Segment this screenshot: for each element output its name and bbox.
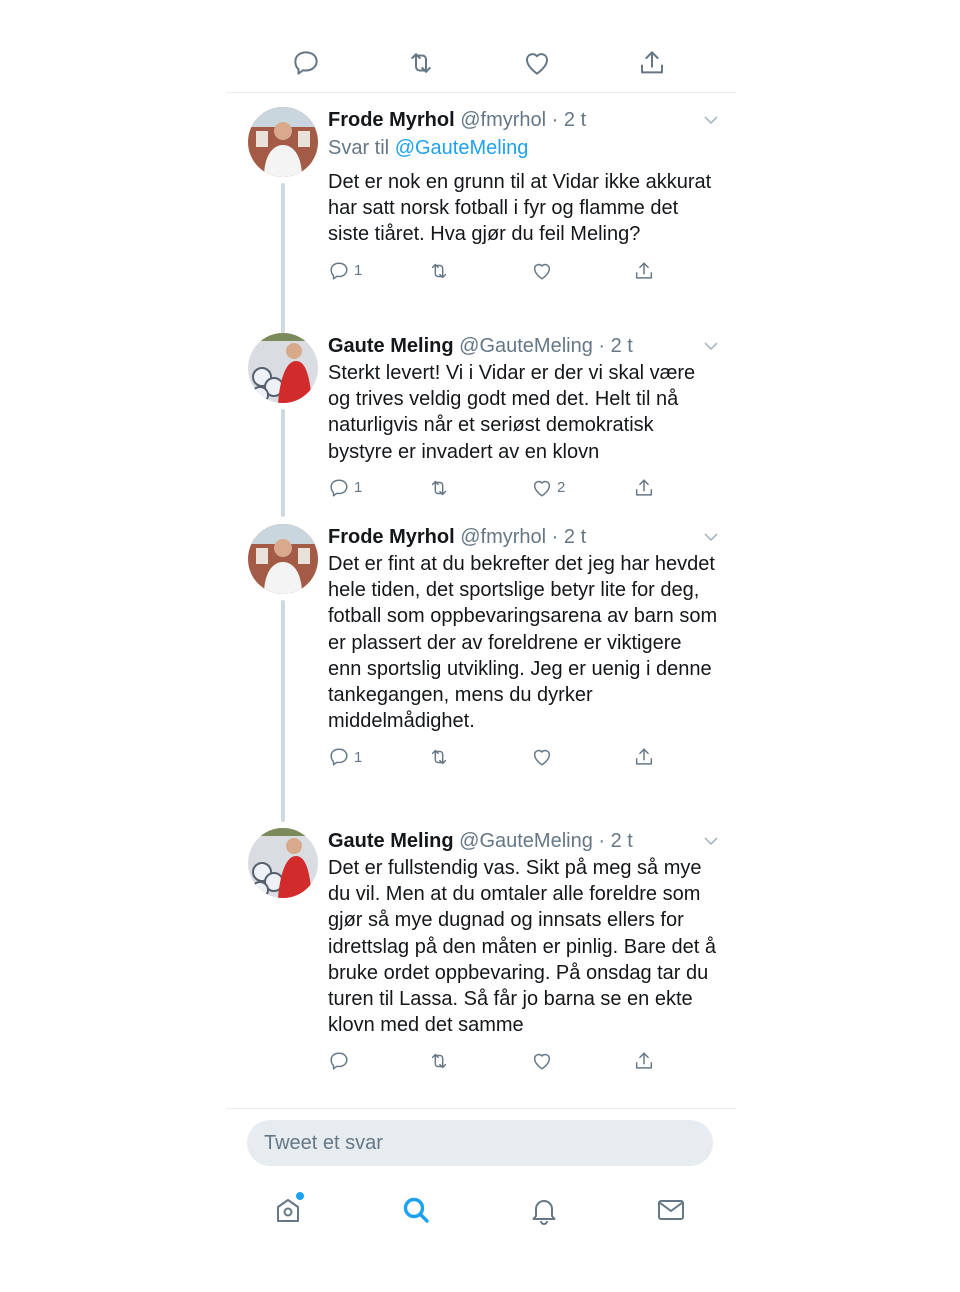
like-icon [533, 750, 551, 766]
reply-count: 1 [354, 748, 363, 766]
retweet-icon [431, 750, 447, 765]
reply-count: 1 [354, 479, 363, 497]
like-button[interactable] [531, 746, 557, 768]
like-count: 2 [557, 479, 566, 497]
share-icon [635, 748, 653, 766]
tweet-text: Sterkt levert! Vi i Vidar er der vi skal… [328, 362, 696, 463]
divider [226, 1108, 736, 1109]
tweet-header: Gaute Meling @GauteMeling · 2 t [328, 828, 718, 854]
tweet-actions [328, 1050, 718, 1080]
handle[interactable]: @GauteMeling [459, 335, 593, 357]
thread-line [281, 183, 285, 333]
reply-composer-input[interactable]: Tweet et svar [247, 1120, 713, 1166]
handle[interactable]: @fmyrhol [460, 109, 546, 131]
home-tab[interactable] [268, 1190, 308, 1230]
notifications-tab[interactable] [524, 1190, 564, 1230]
search-icon [403, 1197, 429, 1223]
reply-icon [330, 479, 348, 497]
timestamp: · 2 t [598, 335, 633, 357]
share-icon[interactable] [635, 46, 669, 80]
display-name[interactable]: Frode Myrhol [328, 109, 455, 131]
bottom-tab-bar [226, 1186, 736, 1236]
tweet-text: Det er fint at du bekrefter det jeg har … [328, 553, 718, 733]
timestamp: · 2 t [551, 526, 587, 548]
reply-context: Svar til @GauteMeling [328, 135, 718, 161]
timestamp: · 2 t [551, 109, 587, 131]
reply-button[interactable]: 1 [328, 260, 362, 282]
focused-tweet-actions [226, 36, 736, 93]
tweet-actions: 1 2 [328, 477, 718, 507]
display-name[interactable]: Gaute Meling [328, 335, 454, 357]
reply-icon [330, 262, 348, 280]
handle[interactable]: @GauteMeling [459, 830, 593, 852]
display-name[interactable]: Gaute Meling [328, 830, 454, 852]
share-button[interactable] [633, 1050, 655, 1072]
timestamp: · 2 t [598, 830, 633, 852]
retweet-button[interactable] [428, 260, 454, 282]
share-button[interactable] [633, 477, 655, 499]
tweet-actions: 1 [328, 746, 718, 776]
share-icon [635, 1052, 653, 1070]
messages-tab[interactable] [651, 1190, 691, 1230]
like-icon [533, 480, 551, 497]
messages-icon [658, 1200, 684, 1220]
share-icon [635, 479, 653, 496]
reply-icon[interactable] [289, 46, 323, 80]
retweet-icon [431, 480, 447, 495]
avatar[interactable] [248, 828, 318, 898]
reply-button[interactable] [328, 1050, 354, 1072]
search-tab[interactable] [396, 1190, 436, 1230]
thread-line [281, 600, 285, 822]
display-name[interactable]: Frode Myrhol [328, 526, 455, 548]
like-icon [533, 263, 551, 280]
reply-mention-link[interactable]: @GauteMeling [395, 137, 529, 159]
like-icon[interactable] [520, 46, 554, 80]
notifications-icon [532, 1200, 556, 1225]
handle[interactable]: @fmyrhol [460, 526, 546, 548]
thread-line [281, 409, 285, 517]
share-button[interactable] [633, 746, 655, 768]
tweet-header: Frode Myrhol @fmyrhol · 2 t [328, 107, 718, 133]
reply-count: 1 [354, 262, 363, 280]
like-button[interactable] [531, 260, 557, 282]
retweet-button[interactable] [428, 746, 454, 768]
like-button[interactable]: 2 [531, 477, 565, 499]
retweet-icon[interactable] [404, 46, 438, 80]
tweet-text: Det er fullstendig vas. Sikt på meg så m… [328, 857, 717, 1037]
avatar[interactable] [248, 524, 318, 594]
tweet-header: Gaute Meling @GauteMeling · 2 t [328, 333, 718, 359]
reply-button[interactable]: 1 [328, 746, 362, 768]
like-icon [533, 1054, 551, 1070]
avatar[interactable] [248, 333, 318, 403]
tweet-actions: 1 [328, 260, 718, 290]
retweet-icon [431, 1054, 447, 1069]
reply-prefix: Svar til [328, 137, 390, 159]
avatar[interactable] [248, 107, 318, 177]
new-activity-dot [296, 1192, 304, 1200]
retweet-icon [431, 263, 447, 278]
retweet-button[interactable] [428, 1050, 454, 1072]
share-icon [635, 262, 653, 279]
reply-icon [330, 1052, 348, 1070]
share-button[interactable] [633, 260, 655, 282]
tweet-thread: Frode Myrhol @fmyrhol · 2 t Svar til @Ga… [226, 0, 736, 1292]
retweet-button[interactable] [428, 477, 454, 499]
like-button[interactable] [531, 1050, 557, 1072]
tweet-header: Frode Myrhol @fmyrhol · 2 t [328, 524, 718, 550]
tweet-text: Det er nok en grunn til at Vidar ikke ak… [328, 171, 712, 246]
reply-icon [330, 748, 348, 766]
reply-button[interactable]: 1 [328, 477, 362, 499]
